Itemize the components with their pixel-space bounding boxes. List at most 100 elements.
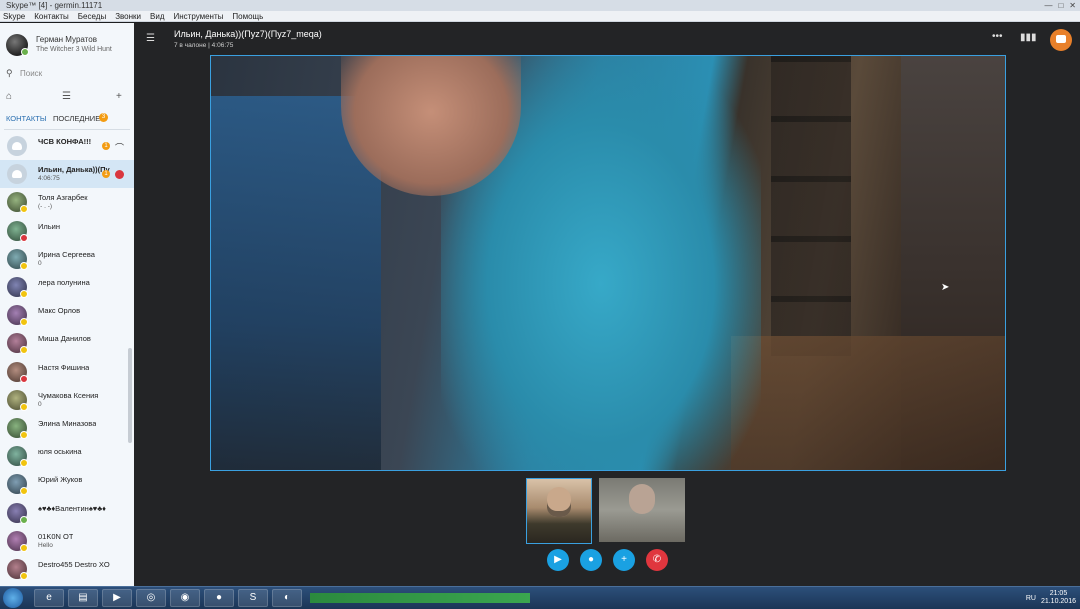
presence-status-icon <box>20 402 28 411</box>
taskbar-app-recorder[interactable]: ◐ <box>272 589 302 607</box>
maximize-button[interactable]: □ <box>1058 0 1063 11</box>
presence-status-icon <box>20 261 28 270</box>
contact-name: Толя Азгарбек <box>38 193 88 203</box>
start-button[interactable] <box>3 588 23 608</box>
contact-row[interactable]: Ильин <box>0 217 134 245</box>
contact-row[interactable]: ♠♥♣♦Валентин♠♥♣♦ <box>0 499 134 527</box>
add-participant-button[interactable]: + <box>613 549 635 571</box>
menu-contacts[interactable]: Контакты <box>34 11 69 21</box>
online-status-icon <box>21 48 29 56</box>
hang-up-button[interactable]: ✆ <box>646 549 668 571</box>
call-subtitle: 7 в чалоне | 4:06:75 <box>174 42 234 49</box>
taskbar-app-opera[interactable]: ● <box>204 589 234 607</box>
menu-tools[interactable]: Инструменты <box>174 11 224 21</box>
contact-row[interactable]: Элина Миназова <box>0 414 134 442</box>
menu-bar: Skype Контакты Беседы Звонки Вид Инструм… <box>0 11 1080 22</box>
mic-toggle-button[interactable]: ● <box>580 549 602 571</box>
presence-status-icon <box>20 318 28 327</box>
contact-name: лера полунина <box>38 278 90 287</box>
taskbar-app-explorer[interactable]: ▤ <box>68 589 98 607</box>
home-icon[interactable]: ⌂ <box>6 91 12 102</box>
windows-taskbar: e ▤ ▶ ◎ ◉ ● S ◐ RU 21:05 21.10.2016 <box>0 586 1080 609</box>
taskbar-app-ie[interactable]: e <box>34 589 64 607</box>
tab-contacts[interactable]: КОНТАКТЫ <box>6 114 46 123</box>
taskbar-app-skype[interactable]: S <box>238 589 268 607</box>
contact-name: Ильин <box>38 221 61 231</box>
menu-icon[interactable]: ☰ <box>146 33 155 44</box>
unread-badge: 1 <box>102 170 110 179</box>
tab-recent[interactable]: ПОСЛЕДНИЕ <box>53 114 100 123</box>
video-shelf <box>771 56 851 356</box>
contact-row[interactable]: Макс Орлов <box>0 301 134 329</box>
taskbar-app-media[interactable]: ▶ <box>102 589 132 607</box>
sidebar: Герман Муратов The Witcher 3 Wild Hunt ⚲… <box>0 23 134 586</box>
phone-icon[interactable]: ⌒ <box>115 141 124 154</box>
contacts-book-icon[interactable]: ☰ <box>62 91 71 102</box>
menu-view[interactable]: Вид <box>150 11 164 21</box>
active-call-icon[interactable] <box>115 170 124 180</box>
menu-calls[interactable]: Звонки <box>115 11 141 21</box>
presence-status-icon <box>20 233 28 242</box>
clock-date: 21.10.2016 <box>1040 598 1076 605</box>
contact-row[interactable]: Destro455 Destro XO <box>0 555 134 583</box>
contact-mood: Hello <box>38 541 53 549</box>
presence-status-icon <box>20 487 28 496</box>
recent-count-badge: 3 <box>99 113 108 122</box>
contact-list-scrollbar[interactable] <box>128 348 132 443</box>
contact-name: Миша Данилов <box>38 334 91 344</box>
add-contact-icon[interactable]: + <box>116 91 122 102</box>
contact-row[interactable]: Чумакова Ксения 0 <box>0 386 134 414</box>
contact-row[interactable]: 01K0N OT Hello <box>0 527 134 555</box>
contact-mood: (- . -) <box>38 203 53 211</box>
contact-row[interactable]: ЧСВ КОНФА!!! 1 ⌒ <box>0 132 134 160</box>
minimize-button[interactable]: — <box>1044 0 1052 11</box>
unread-badge: 1 <box>102 142 110 150</box>
contact-row[interactable]: Толя Азгарбек (- . -) <box>0 188 134 216</box>
chat-icon[interactable] <box>1050 29 1072 51</box>
taskbar-app-chrome[interactable]: ◎ <box>136 589 166 607</box>
menu-skype[interactable]: Skype <box>3 11 25 21</box>
language-indicator[interactable]: RU <box>1026 595 1036 602</box>
profile[interactable]: Герман Муратов The Witcher 3 Wild Hunt <box>4 31 130 57</box>
window-title: Skype™ [4] - germin.11171 <box>6 1 103 10</box>
contact-name: Чумакова Ксения <box>38 390 99 400</box>
profile-name: Герман Муратов <box>36 35 97 44</box>
contact-name: ЧСВ КОНФА!!! <box>38 137 92 146</box>
participant-thumbnail-self[interactable] <box>526 478 592 544</box>
contact-name: ♠♥♣♦Валентин♠♥♣♦ <box>38 503 107 513</box>
more-options-icon[interactable]: ••• <box>992 31 1003 42</box>
system-tray: RU 21:05 21.10.2016 <box>1026 587 1076 609</box>
presence-status-icon <box>20 374 28 383</box>
contact-mood: 4:06:75 <box>38 175 60 183</box>
main-video-feed: ➤ <box>210 55 1006 471</box>
sidebar-tabs: КОНТАКТЫ ПОСЛЕДНИЕ 3 <box>6 113 130 126</box>
clock[interactable]: 21:05 21.10.2016 <box>1041 590 1076 606</box>
signal-strength-icon[interactable]: ▮▮▮ <box>1020 32 1037 43</box>
search-icon: ⚲ <box>6 68 13 78</box>
participant-thumbnail-2[interactable] <box>599 478 685 542</box>
contact-row[interactable]: Юрий Жуков <box>0 470 134 498</box>
profile-mood: The Witcher 3 Wild Hunt <box>36 46 112 53</box>
taskbar-progress <box>310 593 530 603</box>
contact-name: Элина Миназова <box>38 419 97 428</box>
taskbar-app-firefox[interactable]: ◉ <box>170 589 200 607</box>
contact-row[interactable]: Миша Данилов <box>0 329 134 357</box>
menu-conversations[interactable]: Беседы <box>78 11 106 21</box>
contact-name: Ирина Сергеева <box>38 249 95 259</box>
video-toggle-button[interactable]: ▶ <box>547 549 569 571</box>
contact-row[interactable]: Настя Фишина <box>0 358 134 386</box>
call-title: Ильин, Данька))(Пуz7)(Пуz7_meqa) <box>174 29 322 39</box>
menu-help[interactable]: Помощь <box>232 11 263 21</box>
search-box[interactable]: ⚲ Поиск <box>6 68 128 80</box>
contact-row[interactable]: Ильин, Данька))(Пуz7)(Пуz7_meqa)4:06:75 1 <box>0 160 134 189</box>
presence-status-icon <box>20 515 28 524</box>
contact-name: юля оськина <box>38 447 82 457</box>
close-button[interactable]: ✕ <box>1069 0 1076 11</box>
clock-time: 21:05 <box>1049 590 1068 597</box>
divider <box>4 129 130 130</box>
contact-row[interactable]: Ирина Сергеева 0 <box>0 245 134 273</box>
group-avatar <box>7 164 27 185</box>
search-placeholder: Поиск <box>20 69 43 78</box>
contact-row[interactable]: юля оськина <box>0 442 134 470</box>
contact-row[interactable]: лера полунина <box>0 273 134 301</box>
